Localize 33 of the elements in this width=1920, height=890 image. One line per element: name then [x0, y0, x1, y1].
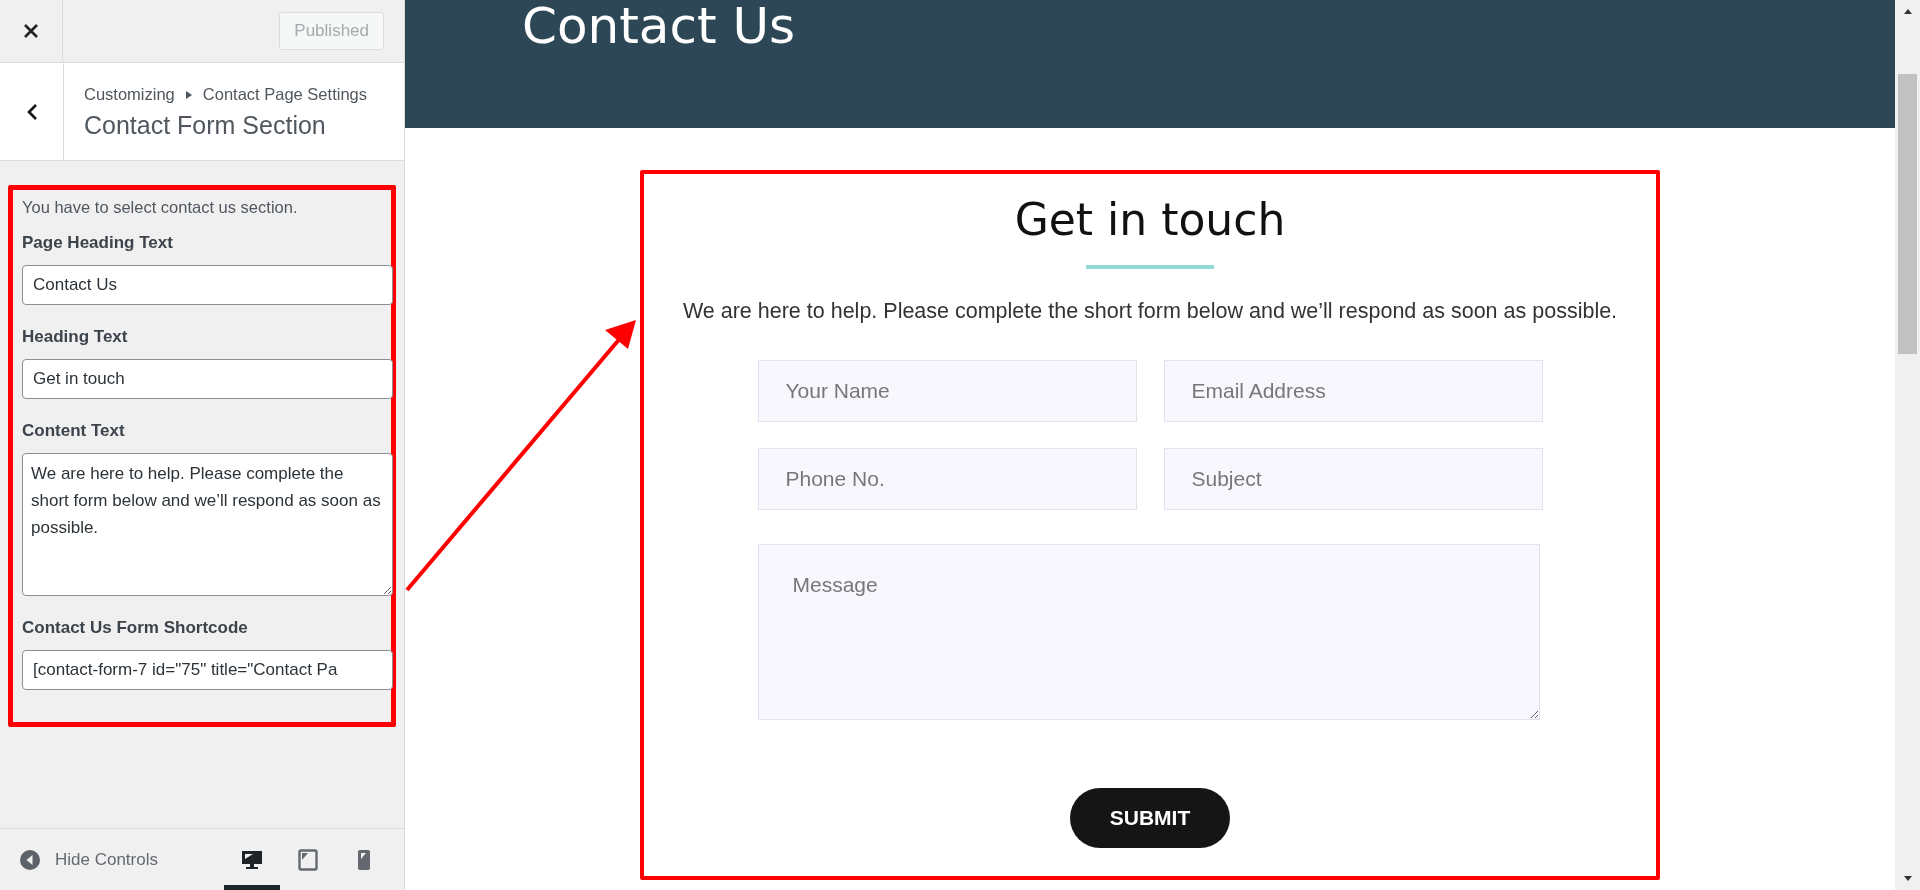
scroll-up-icon[interactable] — [1902, 8, 1913, 14]
form-field[interactable]: Subject — [1163, 448, 1543, 510]
form-field[interactable]: Your Name — [757, 360, 1137, 422]
message-field[interactable]: Message — [757, 544, 1540, 720]
breadcrumb-text: Customizing — [84, 85, 175, 104]
field-label: Contact Us Form Shortcode — [22, 618, 248, 638]
intro-text: We are here to help. Please complete the short form below and we’ll respond as soon as possible. — [682, 299, 1618, 324]
text-area[interactable]: We are here to help. Please complete the short form below and we’ll respond as soon as possible. — [22, 453, 393, 596]
section-heading: Get in touch — [1014, 194, 1286, 245]
mobile-icon — [357, 848, 371, 871]
field-label: Content Text — [22, 421, 125, 441]
field-label: Page Heading Text — [22, 233, 173, 253]
scrollbar-thumb[interactable] — [1898, 74, 1917, 354]
close-icon — [23, 23, 39, 39]
back-icon — [25, 102, 38, 121]
breadcrumb-separator-icon — [184, 90, 193, 99]
text-field[interactable]: Contact Us — [22, 265, 393, 305]
tablet-icon — [298, 848, 318, 871]
field-label: Heading Text — [22, 327, 128, 347]
scroll-down-icon[interactable] — [1902, 876, 1913, 882]
scrollbar[interactable] — [1895, 0, 1920, 890]
hide-controls-button[interactable]: Hide Controls — [0, 848, 158, 871]
form-field[interactable]: Email Address — [1163, 360, 1543, 422]
text-field[interactable]: [contact-form-7 id="75" title="Contact Pa — [22, 650, 393, 690]
breadcrumb-text: Contact Page Settings — [202, 85, 367, 104]
page-heading: Contact Us — [521, 0, 797, 52]
form-field[interactable]: Phone No. — [757, 448, 1137, 510]
section-description: You have to select contact us section. — [22, 198, 299, 217]
section-title: Contact Form Section — [84, 111, 327, 140]
text-field[interactable]: Get in touch — [22, 359, 393, 399]
collapse-icon — [19, 848, 41, 871]
desktop-icon — [241, 848, 263, 871]
submit-button[interactable]: SUBMIT — [1070, 788, 1230, 848]
